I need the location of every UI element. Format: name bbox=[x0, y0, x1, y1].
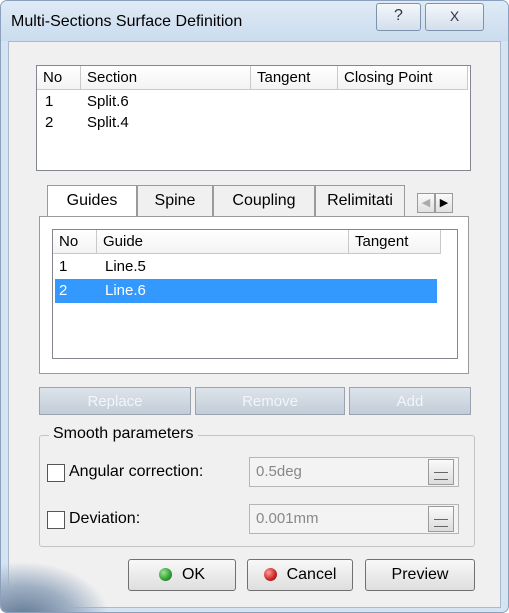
smooth-parameters-title: Smooth parameters bbox=[49, 425, 198, 443]
guides-tab-panel: No Guide Tangent 1 Line.5 2 Line.6 bbox=[39, 216, 469, 374]
guide-row-no[interactable]: 1 bbox=[59, 256, 67, 278]
cancel-label: Cancel bbox=[286, 566, 337, 583]
tab-coupling[interactable]: Coupling bbox=[213, 185, 315, 217]
chevron-right-icon: ▶ bbox=[439, 197, 449, 209]
guide-row-name[interactable]: Line.5 bbox=[105, 256, 146, 278]
cancel-button[interactable]: Cancel bbox=[247, 559, 353, 591]
remove-button[interactable]: Remove bbox=[195, 387, 345, 415]
section-row-name[interactable]: Split.6 bbox=[87, 91, 129, 113]
sections-list[interactable]: No Section Tangent Closing Point 1 Split… bbox=[36, 65, 471, 171]
deviation-spinner[interactable] bbox=[428, 506, 454, 532]
spinner-divider bbox=[434, 519, 448, 520]
help-button[interactable]: ? bbox=[376, 3, 421, 31]
ok-label: OK bbox=[181, 566, 206, 583]
tab-relimitation[interactable]: Relimitati bbox=[315, 185, 405, 217]
chevron-left-icon: ◀ bbox=[421, 197, 431, 209]
spinner-baseline bbox=[434, 479, 448, 480]
column-header-no[interactable]: No bbox=[53, 230, 97, 254]
column-header-closing-point[interactable]: Closing Point bbox=[338, 66, 468, 90]
spinner-baseline bbox=[434, 526, 448, 527]
guide-row-name[interactable]: Line.6 bbox=[105, 280, 146, 302]
tab-scroll-right-button[interactable]: ▶ bbox=[435, 193, 453, 213]
cancel-icon bbox=[263, 568, 277, 581]
replace-button[interactable]: Replace bbox=[39, 387, 191, 415]
tab-guides[interactable]: Guides bbox=[47, 185, 137, 219]
column-header-section[interactable]: Section bbox=[81, 66, 251, 90]
help-icon: ? bbox=[394, 7, 403, 24]
title-bar: Multi-Sections Surface Definition ? X bbox=[1, 1, 508, 41]
section-row-no[interactable]: 2 bbox=[45, 112, 53, 134]
tab-strip: Guides Spine Coupling Relimitati ◀ ▶ bbox=[39, 185, 469, 219]
dialog-window: Multi-Sections Surface Definition ? X No… bbox=[0, 0, 509, 613]
spinner-divider bbox=[434, 472, 448, 473]
tab-spine[interactable]: Spine bbox=[137, 185, 213, 217]
catia-logo-decoration bbox=[1, 561, 111, 612]
add-button[interactable]: Add bbox=[349, 387, 471, 415]
guides-list[interactable]: No Guide Tangent 1 Line.5 2 Line.6 bbox=[52, 229, 458, 359]
angular-correction-checkbox[interactable] bbox=[47, 464, 65, 482]
preview-button[interactable]: Preview bbox=[365, 559, 475, 591]
close-icon: X bbox=[449, 8, 460, 24]
deviation-label: Deviation: bbox=[69, 510, 141, 527]
deviation-checkbox[interactable] bbox=[47, 511, 65, 529]
column-header-no[interactable]: No bbox=[37, 66, 81, 90]
ok-icon bbox=[158, 568, 172, 581]
ok-button[interactable]: OK bbox=[128, 559, 236, 591]
guide-row-no[interactable]: 2 bbox=[59, 280, 67, 302]
section-row-name[interactable]: Split.4 bbox=[87, 112, 129, 134]
column-header-tangent[interactable]: Tangent bbox=[349, 230, 441, 254]
column-header-guide[interactable]: Guide bbox=[97, 230, 349, 254]
tab-scroll-left-button[interactable]: ◀ bbox=[417, 193, 435, 213]
angular-correction-spinner[interactable] bbox=[428, 459, 454, 485]
dialog-title: Multi-Sections Surface Definition bbox=[11, 13, 243, 30]
close-button[interactable]: X bbox=[425, 3, 484, 31]
angular-correction-label: Angular correction: bbox=[69, 463, 204, 480]
section-row-no[interactable]: 1 bbox=[45, 91, 53, 113]
column-header-tangent[interactable]: Tangent bbox=[251, 66, 338, 90]
